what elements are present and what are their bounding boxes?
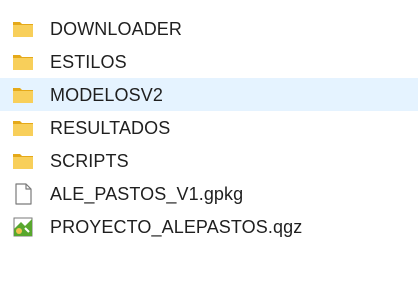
item-name: PROYECTO_ALEPASTOS.qgz [50, 216, 303, 237]
folder-icon [13, 21, 33, 37]
blank-file-icon [15, 182, 32, 205]
folder-icon [13, 153, 33, 169]
list-item-downloader[interactable]: DOWNLOADER [0, 12, 418, 45]
list-item-scripts[interactable]: SCRIPTS [0, 144, 418, 177]
list-item-resultados[interactable]: RESULTADOS [0, 111, 418, 144]
item-name: ESTILOS [50, 51, 127, 72]
folder-icon [13, 54, 33, 70]
item-name: MODELOSV2 [50, 84, 163, 105]
list-item-modelosv2[interactable]: MODELOSV2 [0, 78, 418, 111]
item-name: SCRIPTS [50, 150, 129, 171]
file-list: DOWNLOADER ESTILOS MODELOSV2 RESULTADOS … [0, 0, 418, 294]
list-item-proyecto-qgz[interactable]: PROYECTO_ALEPASTOS.qgz [0, 210, 418, 243]
item-name: RESULTADOS [50, 117, 171, 138]
folder-icon [13, 120, 33, 136]
list-item-estilos[interactable]: ESTILOS [0, 45, 418, 78]
item-name: DOWNLOADER [50, 18, 183, 39]
folder-icon [13, 87, 33, 103]
item-name: ALE_PASTOS_V1.gpkg [50, 183, 244, 204]
qgis-project-icon [13, 217, 33, 236]
list-item-ale-pastos-gpkg[interactable]: ALE_PASTOS_V1.gpkg [0, 177, 418, 210]
